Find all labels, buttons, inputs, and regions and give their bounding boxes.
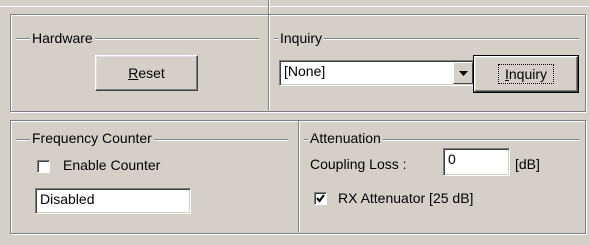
rx-attenuator-checkbox[interactable] [314, 192, 327, 205]
coupling-loss-label: Coupling Loss : [310, 156, 407, 172]
inquiry-button[interactable]: Inquiry [473, 55, 579, 93]
upper-panel-divider [268, 15, 269, 110]
coupling-loss-value: 0 [448, 151, 456, 167]
attenuation-group-label: Attenuation [308, 130, 383, 146]
rx-attenuator-label[interactable]: RX Attenuator [25 dB] [338, 190, 473, 206]
hardware-group-label: Hardware [30, 30, 95, 46]
inquiry-button-label: Inquiry [497, 64, 555, 84]
coupling-loss-input[interactable]: 0 [443, 148, 510, 176]
inquiry-dropdown-button[interactable] [453, 62, 473, 84]
enable-counter-checkbox[interactable] [37, 160, 50, 173]
reset-button[interactable]: Reset [95, 55, 198, 91]
coupling-loss-unit: [dB] [515, 156, 540, 172]
checkmark-icon [316, 194, 325, 203]
counter-status-value: Disabled [40, 191, 95, 207]
inquiry-select[interactable]: [None] [279, 60, 475, 86]
inquiry-select-value: [None] [284, 63, 326, 79]
inquiry-group-label: Inquiry [278, 30, 325, 46]
reset-button-label: Reset [128, 65, 165, 81]
frequency-counter-group-label: Frequency Counter [30, 130, 154, 146]
top-edge [0, 0, 589, 7]
counter-status-field: Disabled [35, 188, 191, 214]
chevron-down-icon [458, 70, 468, 76]
top-divider [268, 0, 269, 14]
lower-panel-divider [298, 121, 299, 232]
enable-counter-label[interactable]: Enable Counter [63, 157, 160, 173]
